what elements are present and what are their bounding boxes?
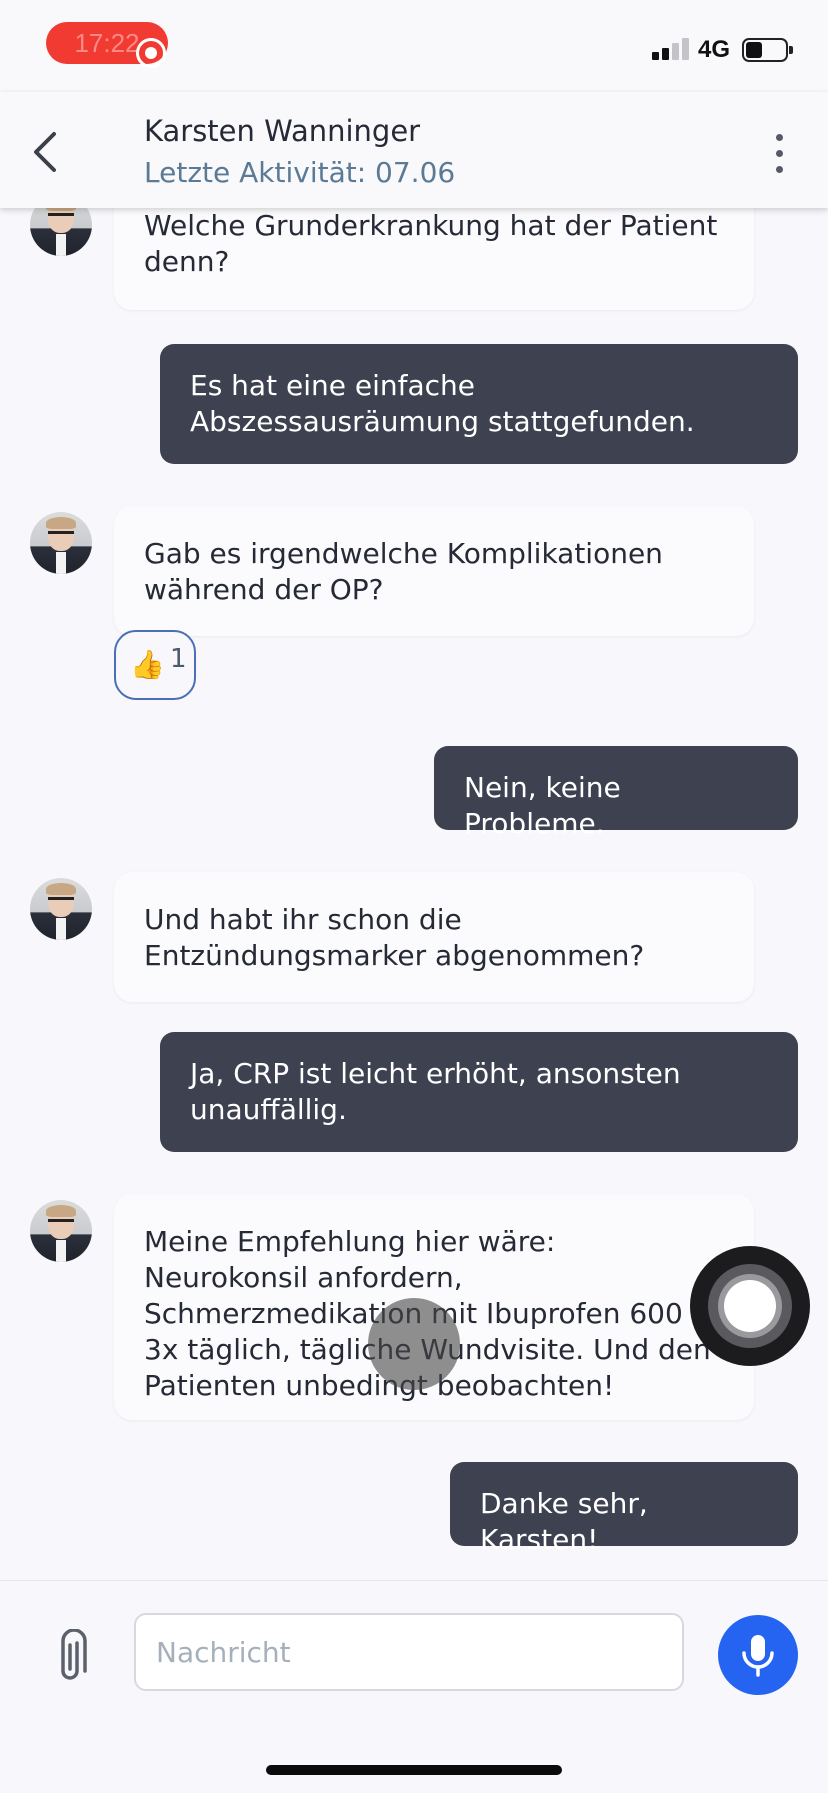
assistive-touch-button[interactable] <box>690 1246 810 1366</box>
last-activity: Letzte Aktivität: 07.06 <box>144 156 456 189</box>
message-input[interactable] <box>134 1613 684 1691</box>
status-bar: 17:22 4G <box>0 0 828 92</box>
network-type: 4G <box>698 36 731 63</box>
signal-strength-icon <box>652 38 690 60</box>
screen-recording-indicator[interactable]: 17:22 <box>46 22 168 68</box>
avatar[interactable] <box>30 878 92 940</box>
microphone-icon <box>742 1635 774 1677</box>
signal-bar <box>682 38 689 60</box>
back-button[interactable] <box>28 128 64 176</box>
touch-indicator <box>368 1298 460 1390</box>
message-bubble-outgoing[interactable]: Es hat eine einfache Abszessausräumung s… <box>160 344 798 464</box>
more-vertical-icon <box>776 134 783 141</box>
chevron-left-icon <box>34 132 56 172</box>
paperclip-icon <box>61 1628 87 1680</box>
voice-message-button[interactable] <box>718 1615 798 1695</box>
battery-icon <box>742 38 793 62</box>
message-bubble-outgoing[interactable]: Nein, keine Probleme. <box>434 746 798 840</box>
avatar[interactable] <box>30 1200 92 1262</box>
signal-bar <box>672 43 679 60</box>
thumbs-up-icon: 👍 <box>130 648 165 681</box>
message-bubble-outgoing[interactable]: Ja, CRP ist leicht erhöht, ansonsten una… <box>160 1032 798 1152</box>
more-vertical-icon <box>776 150 783 157</box>
message-composer <box>0 1580 828 1793</box>
more-vertical-icon <box>776 166 783 173</box>
attach-button[interactable] <box>50 1628 90 1685</box>
message-bubble-outgoing[interactable]: Danke sehr, Karsten! <box>450 1462 798 1556</box>
message-bubble-incoming[interactable]: Und habt ihr schon die Entzündungsmarker… <box>114 872 754 1002</box>
message-bubble-incoming[interactable]: Welche Grunderkrankung hat der Patient d… <box>114 208 754 310</box>
message-bubble-incoming[interactable]: Gab es irgendwelche Komplikationen währe… <box>114 506 754 636</box>
reaction-badge[interactable]: 👍 1 <box>114 630 196 700</box>
signal-bar <box>652 52 659 60</box>
home-indicator <box>266 1765 562 1775</box>
record-icon <box>136 38 166 68</box>
recording-time: 17:22 <box>74 27 140 58</box>
avatar[interactable] <box>30 512 92 574</box>
avatar[interactable] <box>30 208 92 256</box>
contact-name[interactable]: Karsten Wanninger <box>144 114 420 148</box>
signal-bar <box>662 48 669 60</box>
more-options-button[interactable] <box>766 130 794 178</box>
reaction-count: 1 <box>170 644 187 674</box>
chat-header: Karsten Wanninger Letzte Aktivität: 07.0… <box>0 92 828 208</box>
